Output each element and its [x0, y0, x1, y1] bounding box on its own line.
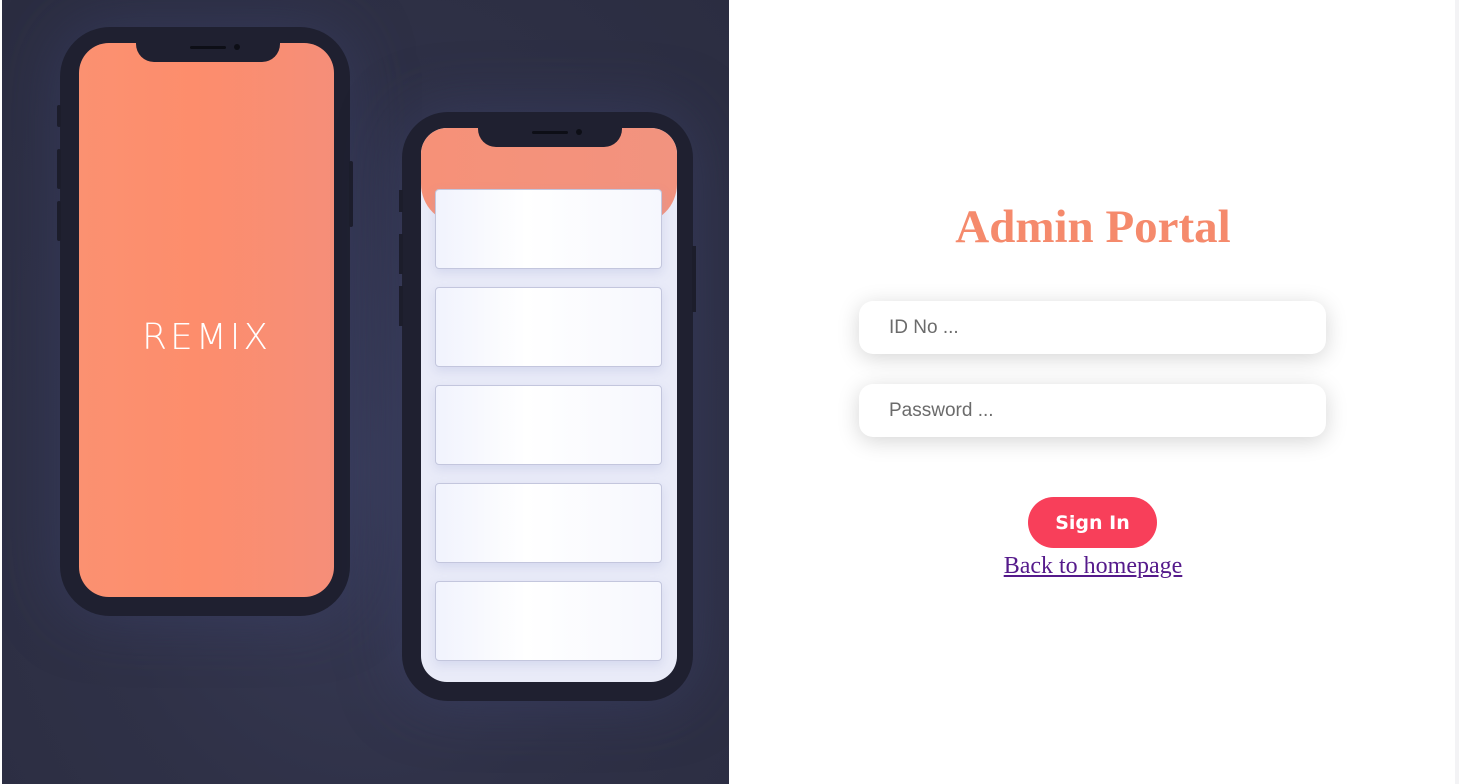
hero-illustration-panel: REMIX	[2, 0, 729, 784]
list-card	[435, 287, 662, 367]
page-title: Admin Portal	[955, 201, 1231, 253]
scrollbar-track	[1455, 0, 1459, 784]
id-number-input[interactable]	[859, 301, 1326, 354]
list-card	[435, 581, 662, 661]
remix-logo: REMIX	[141, 317, 272, 358]
list-card	[435, 385, 662, 465]
phone-side-button	[57, 105, 61, 127]
list-card	[435, 189, 662, 269]
camera-dot	[234, 44, 240, 50]
phone-power-button	[349, 161, 353, 227]
phone-volume-down-button	[399, 286, 403, 326]
sign-in-button[interactable]: Sign In	[1028, 497, 1157, 548]
phone-side-button	[399, 190, 403, 212]
phone-volume-up-button	[57, 149, 61, 189]
phone-mockup-list	[399, 112, 696, 701]
phone-power-button	[692, 246, 696, 312]
phone-volume-up-button	[399, 234, 403, 274]
speaker-grille	[190, 46, 226, 49]
back-to-homepage-link[interactable]: Back to homepage	[869, 553, 1317, 580]
phone-notch	[478, 126, 622, 147]
phone-notch	[136, 41, 280, 62]
phone-volume-down-button	[57, 201, 61, 241]
password-input[interactable]	[859, 384, 1326, 437]
camera-dot	[576, 129, 582, 135]
phone-screen-list	[421, 128, 677, 682]
phone-mockup-splash: REMIX	[57, 27, 353, 616]
phone-screen-splash: REMIX	[79, 43, 334, 597]
list-card	[435, 483, 662, 563]
speaker-grille	[532, 131, 568, 134]
